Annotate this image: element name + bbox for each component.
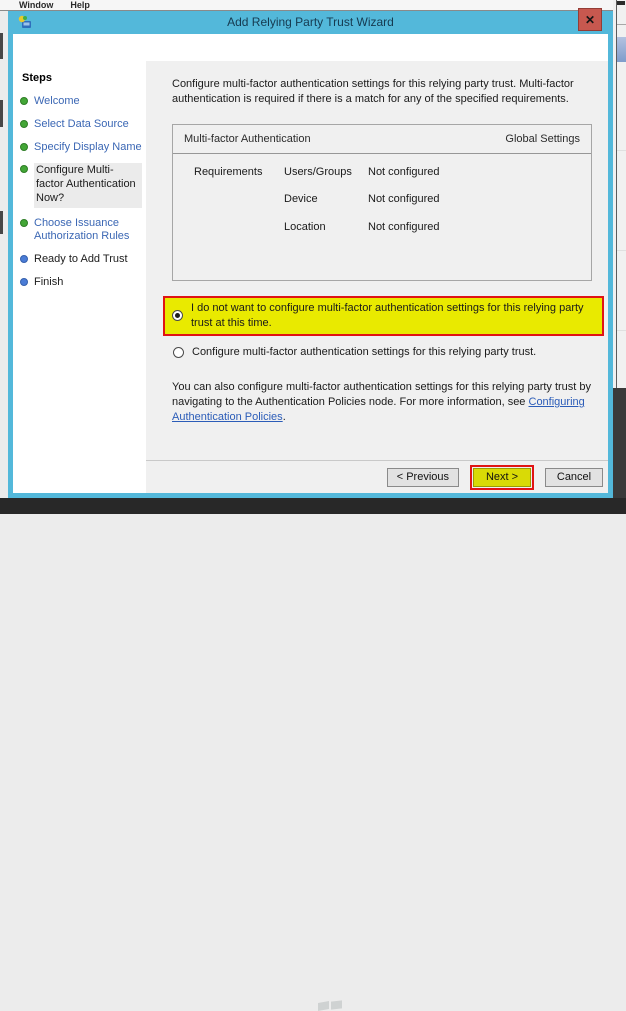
step-item-choose-issuance-authorization-rules[interactable]: Choose Issuance Authorization Rules	[20, 217, 142, 245]
windows-logo-fragment	[318, 1001, 344, 1010]
wizard-button-bar: < Previous Next > Cancel	[146, 460, 608, 493]
window-edge-fragment	[0, 100, 3, 127]
desktop-taskbar-strip	[0, 498, 626, 514]
table-row: Device Not configured	[194, 192, 591, 207]
background-window-strip	[613, 0, 626, 514]
selected-list-item-fragment	[617, 37, 626, 62]
radio-option-label[interactable]: Configure multi-factor authentication se…	[192, 345, 536, 360]
step-item-ready-to-add-trust: Ready to Add Trust	[20, 253, 142, 267]
step-item-welcome[interactable]: Welcome	[20, 95, 142, 109]
close-icon[interactable]: ✕	[578, 8, 602, 31]
list-row-divider	[617, 250, 626, 251]
step-upcoming-bullet-icon	[20, 278, 28, 286]
list-row-divider	[617, 150, 626, 151]
step-item-finish: Finish	[20, 276, 142, 290]
intro-text: Configure multi-factor authentication se…	[172, 77, 594, 107]
step-label-current: Configure Multi-factor Authentication No…	[34, 163, 142, 207]
desktop-fragment	[613, 388, 626, 514]
table-row: Location Not configured	[194, 220, 591, 235]
steps-sidebar: Steps Welcome Select Data Source Specify…	[13, 61, 146, 493]
step-done-bullet-icon	[20, 165, 28, 173]
radio-option-no-mfa[interactable]: I do not want to configure multi-factor …	[163, 296, 604, 337]
step-upcoming-bullet-icon	[20, 255, 28, 263]
note-after-link: .	[283, 411, 286, 423]
step-done-bullet-icon	[20, 219, 28, 227]
global-settings-label: Global Settings	[505, 132, 580, 147]
radio-option-label[interactable]: I do not want to configure multi-factor …	[191, 301, 598, 331]
cancel-button[interactable]: Cancel	[545, 468, 603, 487]
list-row-divider	[617, 24, 626, 25]
radio-option-configure-mfa[interactable]: Configure multi-factor authentication se…	[173, 345, 595, 360]
requirement-name: Location	[284, 220, 368, 235]
menu-item-window[interactable]: Window	[19, 0, 53, 10]
previous-button[interactable]: < Previous	[387, 468, 459, 487]
dialog-titlebar[interactable]: Add Relying Party Trust Wizard ✕	[8, 11, 613, 34]
step-done-bullet-icon	[20, 97, 28, 105]
step-done-bullet-icon	[20, 120, 28, 128]
list-row-divider	[617, 330, 626, 331]
window-edge-fragment	[0, 211, 3, 234]
step-label[interactable]: Select Data Source	[34, 118, 129, 132]
step-label: Ready to Add Trust	[34, 253, 128, 267]
next-button[interactable]: Next >	[473, 468, 531, 487]
dialog-title: Add Relying Party Trust Wizard	[8, 15, 613, 29]
step-item-configure-mfa-now: Configure Multi-factor Authentication No…	[20, 163, 142, 207]
requirement-name: Users/Groups	[284, 165, 368, 180]
step-label: Finish	[34, 276, 63, 290]
requirement-name: Device	[284, 192, 368, 207]
step-label[interactable]: Choose Issuance Authorization Rules	[34, 217, 142, 245]
mfa-settings-panel: Multi-factor Authentication Global Setti…	[172, 124, 592, 281]
requirements-label: Requirements	[194, 165, 284, 180]
window-edge-fragment	[617, 1, 625, 5]
step-done-bullet-icon	[20, 143, 28, 151]
requirement-value: Not configured	[368, 165, 440, 180]
radio-selected-icon[interactable]	[172, 310, 183, 321]
radio-unselected-icon[interactable]	[173, 347, 184, 358]
note-text: You can also configure multi-factor auth…	[172, 380, 602, 425]
requirement-value: Not configured	[368, 192, 440, 207]
panel-header-title: Multi-factor Authentication	[184, 132, 311, 147]
table-row: Requirements Users/Groups Not configured	[194, 165, 591, 180]
steps-heading: Steps	[22, 72, 146, 84]
menu-item-help[interactable]: Help	[70, 0, 90, 10]
step-label[interactable]: Welcome	[34, 95, 80, 109]
wizard-header-band	[13, 34, 608, 61]
add-relying-party-trust-wizard-dialog: Add Relying Party Trust Wizard ✕ Steps W…	[8, 11, 613, 498]
step-item-specify-display-name[interactable]: Specify Display Name	[20, 141, 142, 155]
window-edge-fragment	[0, 33, 3, 59]
step-label[interactable]: Specify Display Name	[34, 141, 142, 155]
step-item-select-data-source[interactable]: Select Data Source	[20, 118, 142, 132]
wizard-content-pane: Configure multi-factor authentication se…	[146, 61, 608, 493]
requirement-value: Not configured	[368, 220, 440, 235]
background-menubar: Window Help	[0, 0, 613, 11]
